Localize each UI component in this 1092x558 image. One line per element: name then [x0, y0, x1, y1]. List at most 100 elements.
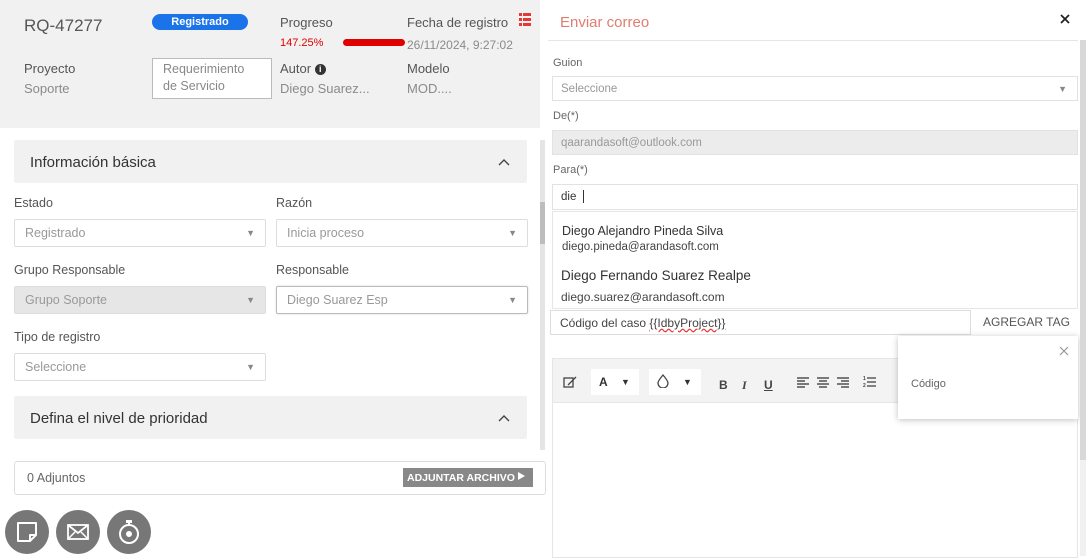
author-value: Diego Suarez... — [280, 81, 370, 96]
subject-tag: {{IdbyProject}} — [649, 316, 726, 330]
progress-label: Progreso — [280, 15, 333, 30]
from-value: qaarandasoft@outlook.com — [561, 137, 702, 149]
dropdown-arrow-icon: ▼ — [246, 362, 255, 372]
script-label: Guion — [553, 57, 583, 69]
subject-prefix: Código del caso — [560, 316, 650, 330]
state-select[interactable]: Registrado ▼ — [14, 219, 266, 247]
dropdown-arrow-icon: ▼ — [246, 295, 255, 305]
case-id: RQ-47277 — [24, 16, 103, 35]
align-left-icon[interactable] — [797, 377, 809, 391]
status-badge: Registrado — [152, 14, 248, 30]
droplet-icon — [657, 373, 669, 391]
tag-option[interactable]: Código — [911, 378, 946, 390]
numbered-list-icon[interactable]: 12 — [863, 375, 876, 391]
play-arrow-icon — [517, 471, 526, 484]
note-button[interactable] — [5, 510, 49, 554]
align-right-icon[interactable] — [837, 377, 849, 391]
attach-file-button[interactable]: ADJUNTAR ARCHIVO — [403, 468, 533, 487]
progress-bar — [343, 39, 405, 46]
close-icon[interactable] — [1059, 13, 1071, 28]
record-type-label: Tipo de registro — [14, 330, 101, 344]
script-select[interactable]: Seleccione ▼ — [552, 76, 1078, 101]
to-label: Para(*) — [553, 164, 588, 176]
date-value: 26/11/2024, 9:27:02 — [407, 38, 513, 52]
attachments-bar: 0 Adjuntos ADJUNTAR ARCHIVO — [14, 461, 546, 495]
subject-field[interactable]: Código del caso {{IdbyProject}} — [550, 310, 971, 335]
add-tag-button[interactable]: AGREGAR TAG — [983, 315, 1070, 329]
align-center-icon[interactable] — [817, 377, 829, 391]
text-cursor — [583, 190, 584, 203]
from-field: qaarandasoft@outlook.com — [552, 130, 1078, 155]
progress-value: 147.25% — [280, 37, 324, 49]
left-scrollbar[interactable] — [540, 140, 545, 450]
priority-section-header[interactable]: Defina el nivel de prioridad — [14, 396, 527, 439]
priority-title: Defina el nivel de prioridad — [30, 410, 208, 427]
date-label: Fecha de registro — [407, 15, 509, 30]
bold-button[interactable]: B — [719, 378, 728, 392]
timer-button[interactable] — [107, 510, 151, 554]
chevron-up-icon[interactable] — [498, 411, 510, 425]
underline-button[interactable]: U — [764, 378, 773, 392]
dropdown-arrow-icon: ▼ — [508, 228, 517, 238]
group-select: Grupo Soporte ▼ — [14, 286, 266, 314]
dropdown-arrow-icon: ▼ — [621, 377, 630, 387]
email-body-editor[interactable] — [552, 402, 1078, 558]
author-label-text: Autor — [280, 61, 312, 76]
attachments-count: 0 Adjuntos — [27, 471, 86, 485]
reason-select-value: Inicia proceso — [287, 226, 365, 240]
state-select-value: Registrado — [25, 226, 86, 240]
to-value: die — [561, 191, 577, 203]
state-label: Estado — [14, 196, 53, 210]
suggestion-name: Diego Alejandro Pineda Silva — [562, 224, 724, 238]
basic-info-section-header[interactable]: Información básica — [14, 140, 527, 183]
stopwatch-icon — [119, 520, 139, 544]
send-email-panel: Enviar correo Guion Seleccione ▼ De(*) q… — [548, 0, 1092, 558]
tag-popup: Código — [898, 336, 1078, 419]
case-detail-panel: RQ-47277 Registrado Progreso 147.25% Fec… — [0, 0, 546, 556]
suggestion-email: diego.suarez@arandasoft.com — [561, 290, 725, 304]
case-type-line2: de Servicio — [163, 79, 225, 93]
record-type-select[interactable]: Seleccione ▼ — [14, 353, 266, 381]
chevron-up-icon[interactable] — [498, 155, 510, 169]
dropdown-arrow-icon: ▼ — [683, 377, 692, 387]
highlight-color-button[interactable]: ▼ — [649, 369, 701, 395]
close-icon[interactable] — [1059, 345, 1069, 359]
email-button[interactable] — [56, 510, 100, 554]
svg-text:1: 1 — [863, 376, 866, 382]
info-icon[interactable]: i — [314, 64, 326, 75]
from-label: De(*) — [553, 110, 579, 122]
owner-select[interactable]: Diego Suarez Esp ▼ — [276, 286, 528, 314]
suggestion-item[interactable]: Diego Alejandro Pineda Silva diego.pined… — [553, 212, 1077, 257]
group-select-value: Grupo Soporte — [25, 293, 107, 307]
clear-format-icon[interactable] — [563, 375, 577, 392]
svg-text:2: 2 — [863, 383, 866, 388]
suggestion-item[interactable]: Diego Fernando Suarez Realpe diego.suare… — [553, 262, 1077, 307]
case-type-box: Requerimiento de Servicio — [152, 58, 272, 99]
italic-button[interactable]: I — [742, 378, 747, 393]
right-scrollbar[interactable] — [1080, 40, 1086, 556]
dropdown-arrow-icon: ▼ — [508, 295, 517, 305]
case-type-line1: Requerimiento — [163, 62, 245, 76]
project-label: Proyecto — [24, 61, 76, 76]
author-label: Autor i — [280, 61, 326, 76]
list-icon[interactable] — [519, 12, 531, 26]
subject-value: Código del caso {{IdbyProject}} — [560, 316, 725, 330]
model-label: Modelo — [407, 61, 450, 76]
popup-pointer — [986, 328, 1000, 336]
group-label: Grupo Responsable — [14, 263, 126, 277]
left-scrollbar-thumb[interactable] — [540, 202, 545, 244]
attach-file-label: ADJUNTAR ARCHIVO — [407, 472, 515, 484]
suggestion-name: Diego Fernando Suarez Realpe — [561, 268, 751, 283]
reason-select[interactable]: Inicia proceso ▼ — [276, 219, 528, 247]
case-header: RQ-47277 Registrado Progreso 147.25% Fec… — [0, 0, 540, 128]
to-field[interactable]: die — [552, 184, 1078, 210]
note-icon — [17, 522, 37, 542]
suggestion-email: diego.pineda@arandasoft.com — [562, 241, 719, 253]
editor-toolbar: A ▼ ▼ B I U 12 — [552, 358, 904, 404]
right-scrollbar-thumb[interactable] — [1080, 40, 1086, 460]
basic-info-title: Información básica — [30, 154, 156, 171]
dropdown-arrow-icon: ▼ — [1058, 84, 1067, 94]
font-color-button[interactable]: A ▼ — [591, 369, 639, 395]
mail-icon — [67, 524, 89, 540]
owner-label: Responsable — [276, 263, 349, 277]
